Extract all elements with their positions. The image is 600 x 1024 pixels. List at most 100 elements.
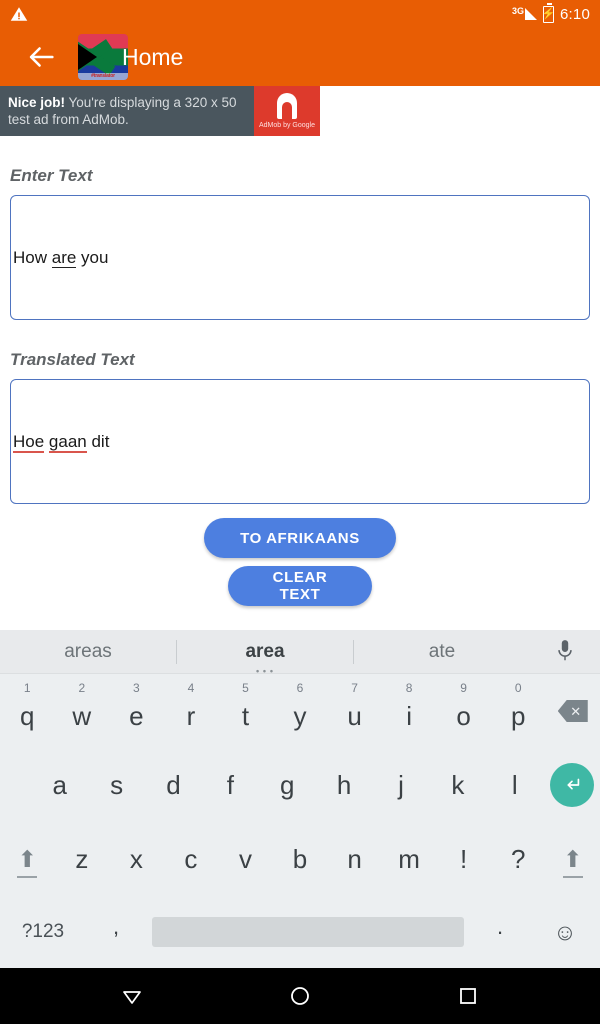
text-segment: you	[76, 248, 109, 267]
key-z[interactable]: z	[55, 822, 110, 896]
emoji-icon[interactable]: ☺	[530, 919, 600, 946]
key-num: 4	[187, 681, 195, 695]
signal-bars	[525, 8, 537, 20]
key-label: q	[20, 700, 35, 731]
suggestion-item-selected[interactable]: area	[177, 630, 353, 675]
key-v[interactable]: v	[218, 822, 273, 896]
action-buttons: TO AFRIKAANS CLEAR TEXT	[10, 518, 590, 606]
text-segment-misspelled: gaan	[48, 432, 87, 453]
key-num: 5	[242, 681, 249, 695]
key-question[interactable]: ?	[491, 822, 546, 896]
key-num: 1	[23, 681, 31, 695]
status-bar-right: 3G ⚡ 6:10	[511, 3, 590, 23]
key-label: i	[406, 700, 412, 731]
key-num: 6	[296, 681, 304, 695]
text-segment-misspelled: Hoe	[13, 432, 45, 453]
key-k[interactable]: k	[429, 748, 486, 822]
key-r[interactable]: 4r	[164, 674, 219, 748]
admob-label: AdMob by Google	[258, 122, 316, 129]
suggestion-bar: areas area ate	[0, 630, 600, 675]
key-label: u	[347, 700, 362, 731]
charging-bolt-icon: ⚡	[541, 7, 556, 20]
to-afrikaans-button[interactable]: TO AFRIKAANS	[204, 518, 396, 558]
key-p[interactable]: 0p	[491, 674, 546, 748]
symbols-key[interactable]: ?123	[0, 921, 86, 943]
ad-text: Nice job! You're displaying a 320 x 50 t…	[0, 86, 254, 136]
shift-icon-left[interactable]: ⬆	[0, 822, 55, 896]
suggestion-item[interactable]: areas	[0, 630, 176, 674]
key-num: 9	[460, 681, 467, 695]
clear-text-button[interactable]: CLEAR TEXT	[228, 566, 372, 606]
key-n[interactable]: n	[327, 822, 382, 896]
network-label: 3G	[511, 6, 524, 16]
form-content: Enter Text How are you Translated Text H…	[0, 166, 600, 606]
output-field-label: Translated Text	[10, 350, 135, 369]
warning-triangle-icon	[10, 7, 28, 21]
key-y[interactable]: 6y	[273, 674, 328, 748]
key-exclamation[interactable]: !	[436, 822, 491, 896]
key-label: e	[129, 700, 144, 731]
key-o[interactable]: 9o	[436, 674, 491, 748]
app-icon-caption: #translator	[78, 73, 128, 80]
backspace-icon[interactable]: ✕	[545, 674, 600, 748]
text-segment: How	[13, 248, 52, 267]
microphone-icon[interactable]	[530, 637, 600, 667]
flag-black-triangle	[78, 44, 97, 70]
key-f[interactable]: f	[202, 748, 259, 822]
enter-key-icon[interactable]	[543, 748, 600, 822]
shift-icon-right[interactable]: ⬆	[545, 822, 600, 896]
key-t[interactable]: 5t	[218, 674, 273, 748]
enter-text-value: How are you	[13, 248, 108, 268]
battery-charging-icon: ⚡	[541, 3, 556, 23]
input-field-label: Enter Text	[10, 166, 93, 185]
comma-key[interactable]: ,	[86, 914, 146, 950]
key-i[interactable]: 8i	[382, 674, 437, 748]
signal-icon: 3G	[511, 6, 537, 20]
back-arrow-icon[interactable]	[24, 40, 58, 74]
admob-glyph-icon	[272, 93, 302, 119]
key-a[interactable]: a	[31, 748, 88, 822]
keyboard-row-2: a s d f g h j k l	[0, 748, 600, 822]
nav-home-circle-icon[interactable]	[280, 976, 320, 1016]
text-segment-underlined: are	[51, 248, 77, 268]
android-nav-bar	[0, 968, 600, 1024]
row2-left-spacer	[0, 748, 31, 822]
status-bar-left	[10, 5, 28, 23]
space-key[interactable]	[152, 917, 464, 947]
key-label: o	[456, 700, 471, 731]
app-screen: 3G ⚡ 6:10 #translator Home Nice job! You…	[0, 0, 600, 1024]
nav-recents-square-icon[interactable]	[448, 976, 488, 1016]
key-x[interactable]: x	[109, 822, 164, 896]
key-d[interactable]: d	[145, 748, 202, 822]
keyboard-row-3: ⬆ z x c v b n m ! ? ⬆	[0, 822, 600, 896]
key-label: w	[72, 700, 92, 731]
page-title: Home	[122, 43, 184, 70]
key-label: p	[510, 700, 526, 731]
keyboard-row-4: ?123 , . ☺	[0, 896, 600, 968]
key-c[interactable]: c	[164, 822, 219, 896]
suggestion-item[interactable]: ate	[354, 630, 530, 674]
key-m[interactable]: m	[382, 822, 437, 896]
ad-banner[interactable]: Nice job! You're displaying a 320 x 50 t…	[0, 86, 320, 136]
key-l[interactable]: l	[486, 748, 543, 822]
key-u[interactable]: 7u	[327, 674, 382, 748]
app-bar: #translator Home	[0, 28, 600, 86]
enter-text-input[interactable]: How are you	[10, 195, 590, 320]
key-s[interactable]: s	[88, 748, 145, 822]
key-w[interactable]: 2w	[55, 674, 110, 748]
status-clock: 6:10	[560, 5, 590, 23]
translated-text-output[interactable]: Hoe gaan dit	[10, 379, 590, 504]
admob-logo: AdMob by Google	[254, 86, 320, 136]
key-b[interactable]: b	[273, 822, 328, 896]
key-j[interactable]: j	[373, 748, 430, 822]
period-key[interactable]: .	[470, 914, 530, 950]
key-g[interactable]: g	[259, 748, 316, 822]
nav-back-triangle-icon[interactable]	[112, 976, 152, 1016]
key-h[interactable]: h	[316, 748, 373, 822]
key-label: r	[186, 700, 196, 731]
key-e[interactable]: 3e	[109, 674, 164, 748]
key-q[interactable]: 1q	[0, 674, 55, 748]
soft-keyboard: areas area ate 1q 2w 3e 4r 5t 6y 7u 8i 9…	[0, 630, 600, 968]
status-bar: 3G ⚡ 6:10	[0, 0, 600, 28]
key-label: t	[241, 700, 250, 731]
